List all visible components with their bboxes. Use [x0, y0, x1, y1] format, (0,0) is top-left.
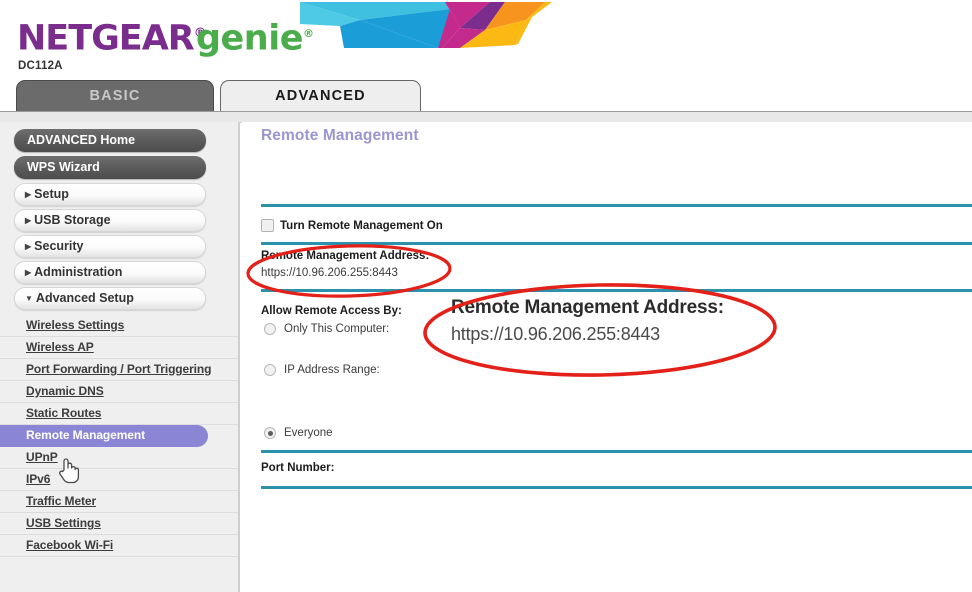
divider-after-checkbox — [261, 242, 972, 245]
radio-row-ip-address-range[interactable]: IP Address Range: — [264, 364, 380, 376]
callout-remote-management-address-title: Remote Management Address: — [451, 297, 724, 318]
sidebar-item-label: Administration — [34, 265, 123, 279]
sidebar-item-static-routes[interactable]: Static Routes — [0, 403, 238, 425]
sidebar-item-label: Setup — [34, 187, 69, 201]
page-title: Remote Management — [261, 127, 419, 144]
sidebar-item-wireless-ap[interactable]: Wireless AP — [0, 337, 238, 359]
sidebar-item-administration[interactable]: ▶ Administration — [14, 261, 206, 284]
ip-address-range-radio[interactable] — [264, 364, 276, 376]
sidebar-item-label: Wireless AP — [26, 340, 94, 354]
turn-remote-management-on-row[interactable]: Turn Remote Management On — [261, 219, 443, 232]
turn-remote-management-on-label: Turn Remote Management On — [280, 219, 443, 232]
sidebar-item-setup[interactable]: ▶ Setup — [14, 183, 206, 206]
divider-top — [261, 204, 972, 207]
sidebar-item-label: Port Forwarding / Port Triggering — [26, 362, 212, 376]
sidebar-item-facebook-wifi[interactable]: Facebook Wi-Fi — [0, 535, 238, 557]
sidebar-item-upnp[interactable]: UPnP — [0, 447, 238, 469]
sidebar-item-usb-storage[interactable]: ▶ USB Storage — [14, 209, 206, 232]
tab-advanced[interactable]: ADVANCED — [220, 80, 421, 111]
chevron-right-icon: ▶ — [25, 216, 32, 225]
sidebar-item-usb-settings[interactable]: USB Settings — [0, 513, 238, 535]
netgear-logo: NETGEAR® — [17, 14, 207, 59]
everyone-radio[interactable] — [264, 427, 276, 439]
turn-remote-management-on-checkbox[interactable] — [261, 219, 274, 232]
sidebar-item-label: Facebook Wi-Fi — [26, 538, 114, 552]
radio-row-only-this-computer[interactable]: Only This Computer: — [264, 323, 389, 335]
netgear-facet-graphic-icon — [300, 0, 560, 50]
sidebar-item-security[interactable]: ▶ Security — [14, 235, 206, 258]
sidebar-item-wireless-settings[interactable]: Wireless Settings — [0, 315, 238, 337]
divider-before-port — [261, 450, 972, 453]
brand-header: NETGEAR® genie® DC112A — [0, 0, 972, 80]
sidebar-item-label: UPnP — [26, 450, 58, 464]
sidebar-item-dynamic-dns[interactable]: Dynamic DNS — [0, 381, 238, 403]
only-this-computer-label: Only This Computer: — [284, 323, 390, 335]
divider-after-address — [261, 289, 972, 292]
sidebar-item-port-forwarding[interactable]: Port Forwarding / Port Triggering — [0, 359, 238, 381]
netgear-wordmark: NETGEAR — [17, 18, 195, 59]
genie-wordmark: genie — [196, 18, 303, 59]
sidebar-item-label: USB Settings — [26, 516, 101, 530]
sidebar-item-ipv6[interactable]: IPv6 — [0, 469, 238, 491]
divider-bottom — [261, 486, 972, 489]
sidebar-item-label: Advanced Setup — [35, 291, 134, 305]
main-tab-bar: BASIC ADVANCED — [0, 80, 972, 112]
sidebar-item-label: Wireless Settings — [26, 318, 125, 332]
chevron-down-icon: ▼ — [25, 294, 33, 303]
sidebar-item-advanced-setup[interactable]: ▼ Advanced Setup — [14, 287, 206, 310]
sidebar-item-label: ADVANCED Home — [27, 133, 136, 147]
chevron-right-icon: ▶ — [25, 190, 32, 199]
main-content-panel: Remote Management Turn Remote Management… — [242, 122, 972, 592]
radio-row-everyone[interactable]: Everyone — [264, 427, 333, 439]
callout-remote-management-address-url: https://10.96.206.255:8443 — [451, 324, 660, 344]
chevron-right-icon: ▶ — [25, 268, 32, 277]
sidebar-item-advanced-home[interactable]: ADVANCED Home — [14, 129, 206, 152]
sidebar-item-label: Static Routes — [26, 406, 102, 420]
ip-address-range-label: IP Address Range: — [284, 364, 380, 376]
sidebar-item-label: Dynamic DNS — [26, 384, 104, 398]
sidebar-item-wps-wizard[interactable]: WPS Wizard — [14, 156, 206, 179]
device-model-label: DC112A — [18, 60, 63, 72]
allow-remote-access-by-label: Allow Remote Access By: — [261, 305, 402, 317]
remote-management-address-value: https://10.96.206.255:8443 — [261, 267, 398, 279]
sidebar-item-label: Security — [34, 239, 84, 253]
sidebar-item-label: WPS Wizard — [27, 160, 100, 174]
remote-management-address-label: Remote Management Address: — [261, 250, 430, 262]
sidebar-item-remote-management[interactable]: Remote Management — [0, 425, 208, 447]
sidebar-item-traffic-meter[interactable]: Traffic Meter — [0, 491, 238, 513]
port-number-label: Port Number: — [261, 462, 335, 474]
sidebar-item-label: USB Storage — [34, 213, 111, 227]
sidebar-item-label: Traffic Meter — [26, 494, 97, 508]
everyone-label: Everyone — [284, 427, 333, 439]
sidebar-item-label: IPv6 — [26, 472, 51, 486]
chevron-right-icon: ▶ — [25, 242, 32, 251]
sidebar-item-label: Remote Management — [26, 428, 145, 442]
tab-basic[interactable]: BASIC — [16, 80, 214, 111]
only-this-computer-radio[interactable] — [264, 323, 276, 335]
genie-logo: genie® — [196, 14, 314, 59]
sidebar-navigation: ADVANCED Home WPS Wizard ▶ Setup ▶ USB Sto… — [0, 122, 240, 592]
sidebar-advanced-setup-sublist: Wireless Settings Wireless AP Port Forwa… — [0, 315, 238, 557]
